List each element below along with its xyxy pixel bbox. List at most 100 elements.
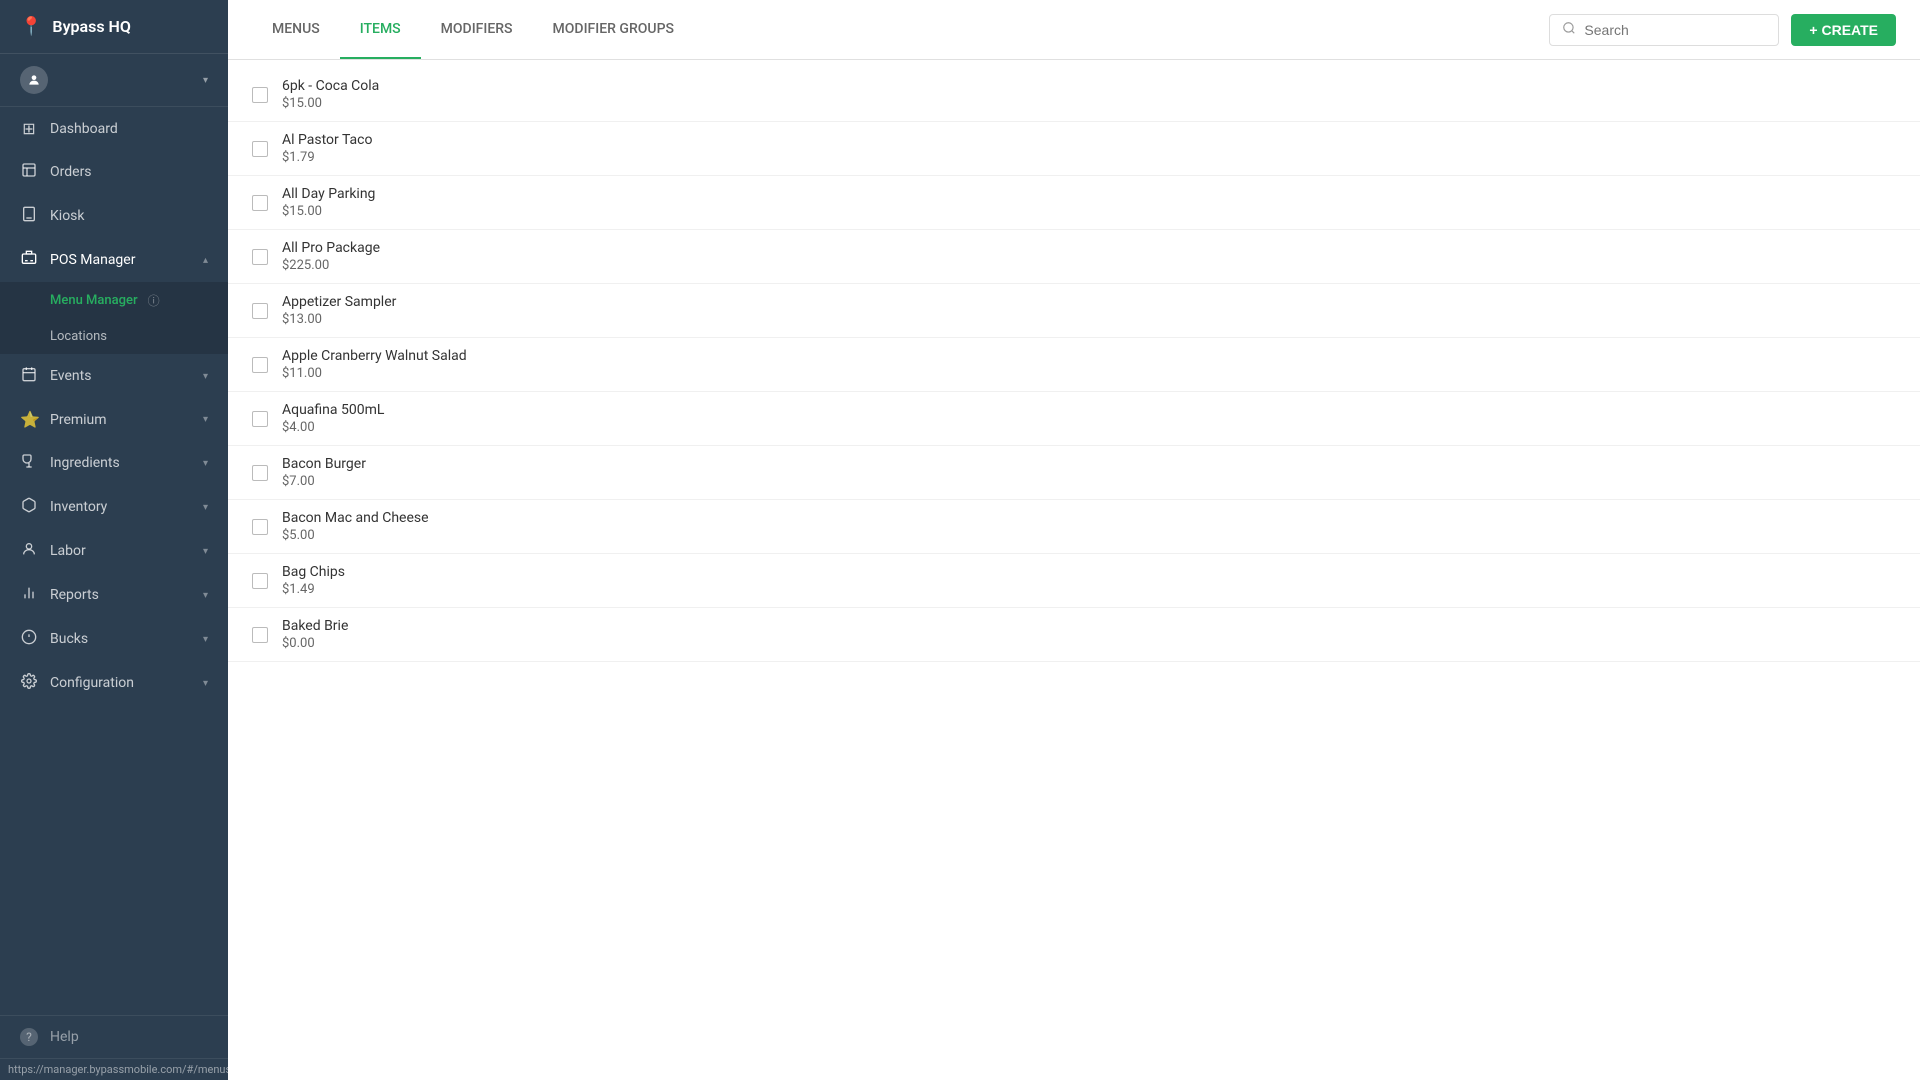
sidebar-item-label: Inventory (50, 499, 107, 515)
item-info: Baked Brie $0.00 (282, 618, 348, 651)
inventory-chevron-icon: ▾ (203, 502, 208, 513)
reports-chevron-icon: ▾ (203, 590, 208, 601)
item-name: Appetizer Sampler (282, 294, 396, 310)
sidebar-item-labor[interactable]: Labor ▾ (0, 529, 228, 573)
item-list: 6pk - Coca Cola $15.00 Al Pastor Taco $1… (228, 60, 1920, 1080)
item-info: Bag Chips $1.49 (282, 564, 345, 597)
help-label: Help (50, 1029, 79, 1045)
sidebar-item-reports[interactable]: Reports ▾ (0, 573, 228, 617)
labor-icon (20, 541, 38, 561)
item-checkbox[interactable] (252, 627, 268, 643)
search-box[interactable] (1549, 14, 1779, 46)
sidebar-item-label: Kiosk (50, 208, 85, 224)
item-info: Apple Cranberry Walnut Salad $11.00 (282, 348, 467, 381)
url-display: https://manager.bypassmobile.com/#/menus (8, 1063, 228, 1076)
sidebar-item-label: Events (50, 368, 91, 384)
item-info: 6pk - Coca Cola $15.00 (282, 78, 379, 111)
pos-manager-icon (20, 250, 38, 270)
bucks-icon (20, 629, 38, 649)
events-icon (20, 366, 38, 386)
dashboard-icon: ⊞ (20, 119, 38, 138)
item-name: Al Pastor Taco (282, 132, 373, 148)
item-checkbox[interactable] (252, 249, 268, 265)
sidebar-item-dashboard[interactable]: ⊞ Dashboard (0, 107, 228, 150)
sidebar-item-inventory[interactable]: Inventory ▾ (0, 485, 228, 529)
location-pin-icon: 📍 (20, 16, 42, 37)
sidebar-item-kiosk[interactable]: Kiosk (0, 194, 228, 238)
table-row: Apple Cranberry Walnut Salad $11.00 (228, 338, 1920, 392)
item-name: All Day Parking (282, 186, 375, 202)
item-name: Aquafina 500mL (282, 402, 384, 418)
item-checkbox[interactable] (252, 411, 268, 427)
table-row: Appetizer Sampler $13.00 (228, 284, 1920, 338)
sidebar-item-orders[interactable]: Orders (0, 150, 228, 194)
sidebar-nav: ⊞ Dashboard Orders Kiosk POS Manager ▴ (0, 107, 228, 1015)
item-info: Appetizer Sampler $13.00 (282, 294, 396, 327)
sidebar-item-label: POS Manager (50, 252, 135, 268)
table-row: Bag Chips $1.49 (228, 554, 1920, 608)
tab-menus[interactable]: MENUS (252, 0, 340, 59)
status-bar: https://manager.bypassmobile.com/#/menus (0, 1058, 228, 1080)
item-name: Bacon Mac and Cheese (282, 510, 429, 526)
menu-manager-help-icon: ⓘ (148, 292, 160, 309)
events-chevron-icon: ▾ (203, 371, 208, 382)
item-price: $15.00 (282, 204, 375, 219)
table-row: Al Pastor Taco $1.79 (228, 122, 1920, 176)
sidebar-item-configuration[interactable]: Configuration ▾ (0, 661, 228, 705)
sidebar-item-menu-manager[interactable]: Menu Manager ⓘ (0, 282, 228, 319)
item-checkbox[interactable] (252, 573, 268, 589)
tab-modifier-groups[interactable]: MODIFIER GROUPS (533, 0, 694, 59)
sidebar-item-premium[interactable]: ⭐ Premium ▾ (0, 398, 228, 441)
avatar (20, 66, 48, 94)
table-row: All Pro Package $225.00 (228, 230, 1920, 284)
sidebar-item-label: Orders (50, 164, 92, 180)
item-name: 6pk - Coca Cola (282, 78, 379, 94)
sidebar-item-label: Labor (50, 543, 86, 559)
item-info: Bacon Burger $7.00 (282, 456, 366, 489)
item-info: Aquafina 500mL $4.00 (282, 402, 384, 435)
sidebar-item-locations[interactable]: Locations (0, 319, 228, 354)
item-checkbox[interactable] (252, 519, 268, 535)
sidebar-item-pos-manager[interactable]: POS Manager ▴ (0, 238, 228, 282)
item-checkbox[interactable] (252, 141, 268, 157)
item-price: $0.00 (282, 636, 348, 651)
sidebar-item-help[interactable]: ? Help (0, 1015, 228, 1058)
item-checkbox[interactable] (252, 87, 268, 103)
bucks-chevron-icon: ▾ (203, 634, 208, 645)
item-price: $4.00 (282, 420, 384, 435)
tab-modifiers[interactable]: MODIFIERS (421, 0, 533, 59)
sidebar: 📍 Bypass HQ ▾ ⊞ Dashboard Orders Kiosk (0, 0, 228, 1080)
user-chevron-icon: ▾ (203, 75, 208, 86)
user-menu[interactable]: ▾ (0, 54, 228, 107)
sidebar-item-ingredients[interactable]: Ingredients ▾ (0, 441, 228, 485)
item-info: Bacon Mac and Cheese $5.00 (282, 510, 429, 543)
item-checkbox[interactable] (252, 465, 268, 481)
menu-manager-label: Menu Manager (50, 293, 138, 308)
create-button[interactable]: + CREATE (1791, 14, 1896, 46)
reports-icon (20, 585, 38, 605)
item-name: Bacon Burger (282, 456, 366, 472)
tab-bar: MENUS ITEMS MODIFIERS MODIFIER GROUPS (252, 0, 694, 59)
item-checkbox[interactable] (252, 357, 268, 373)
search-icon (1562, 21, 1576, 39)
topbar: MENUS ITEMS MODIFIERS MODIFIER GROUPS + … (228, 0, 1920, 60)
help-icon: ? (20, 1028, 38, 1046)
sidebar-brand[interactable]: 📍 Bypass HQ (0, 0, 228, 54)
item-price: $225.00 (282, 258, 380, 273)
item-price: $15.00 (282, 96, 379, 111)
item-checkbox[interactable] (252, 303, 268, 319)
item-price: $1.79 (282, 150, 373, 165)
item-checkbox[interactable] (252, 195, 268, 211)
sidebar-item-bucks[interactable]: Bucks ▾ (0, 617, 228, 661)
sidebar-item-events[interactable]: Events ▾ (0, 354, 228, 398)
table-row: Bacon Burger $7.00 (228, 446, 1920, 500)
sidebar-item-label: Configuration (50, 675, 134, 691)
kiosk-icon (20, 206, 38, 226)
locations-label: Locations (50, 329, 107, 344)
tab-items[interactable]: ITEMS (340, 0, 421, 59)
search-input[interactable] (1584, 22, 1766, 38)
sidebar-item-label: Bucks (50, 631, 88, 647)
topbar-actions: + CREATE (1549, 14, 1896, 46)
item-name: All Pro Package (282, 240, 380, 256)
ingredients-icon (20, 453, 38, 473)
